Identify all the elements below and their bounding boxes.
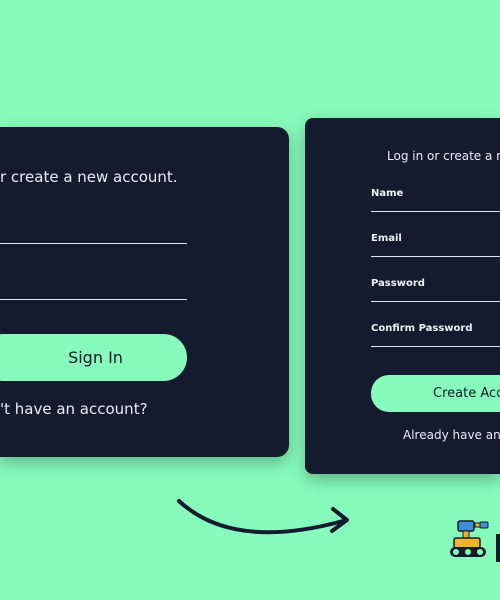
sign-in-field-underline[interactable] (0, 243, 187, 244)
sign-in-button-label: Sign In (68, 348, 123, 367)
sign-in-button[interactable]: Sign In (0, 334, 187, 381)
email-field[interactable] (371, 256, 500, 257)
password-field[interactable] (371, 301, 500, 302)
email-field-label: Email (371, 233, 402, 244)
create-account-subtitle: Log in or create a n (387, 149, 500, 163)
sign-in-subtitle: r create a new account. (0, 168, 178, 186)
robot-logo-icon (450, 520, 500, 562)
name-field-label: Name (371, 188, 404, 199)
create-account-card (305, 118, 500, 474)
name-field[interactable] (371, 211, 500, 212)
have-account-link[interactable]: Already have an (403, 428, 500, 442)
confirm-password-field[interactable] (371, 346, 500, 347)
no-account-link[interactable]: 't have an account? (0, 400, 150, 418)
curved-arrow-icon (177, 499, 349, 535)
sign-in-field-underline[interactable] (0, 299, 187, 300)
password-field-label: Password (371, 278, 425, 289)
create-account-button[interactable]: Create Acc (371, 375, 500, 412)
confirm-password-field-label: Confirm Password (371, 323, 473, 334)
